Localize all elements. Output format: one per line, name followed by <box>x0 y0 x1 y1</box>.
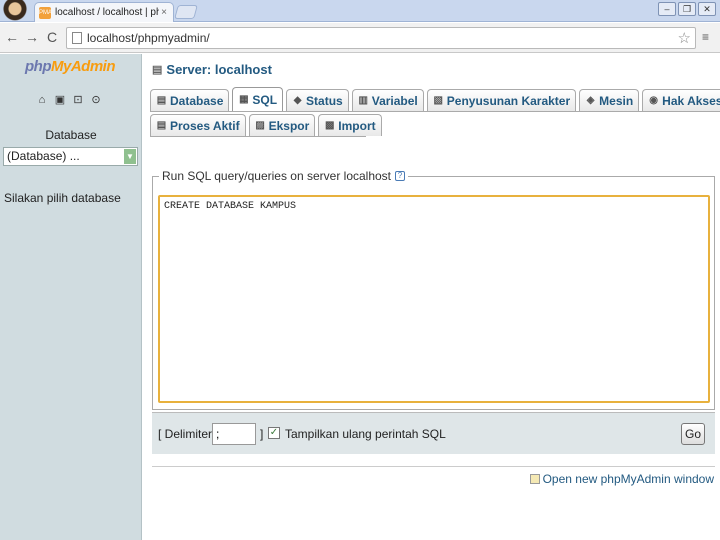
tab-variabel[interactable]: ▥ Variabel <box>351 89 424 111</box>
privileges-icon: ◉ <box>649 95 659 106</box>
new-tab-button[interactable] <box>174 5 198 19</box>
database-select-value: (Database) ... <box>7 149 80 163</box>
nav-icons: ⌂ ▣ ⊡ ⊙ <box>36 94 102 106</box>
database-icon: ▤ <box>156 95 167 106</box>
engine-icon: ◈ <box>586 95 595 106</box>
tab-row-1: ▤ Database ▦ SQL ◆ Status ▥ Variabel ▧ Penyus… <box>150 87 720 112</box>
address-bar[interactable]: localhost/phpmyadmin/ ☆ <box>66 27 696 49</box>
sql-options-bar: [ Delimiter ] ✓ Tampilkan ulang perintah… <box>152 412 715 454</box>
tab-sql[interactable]: ▦ SQL <box>232 87 284 111</box>
query-icon[interactable]: ⊡ <box>72 94 84 106</box>
page-icon <box>72 32 82 44</box>
sql-icon: ▦ <box>239 94 249 105</box>
tab-penyusunan-karakter[interactable]: ▧ Penyusunan Karakter <box>426 89 577 111</box>
browser-tab[interactable]: PMA localhost / localhost | phpMy × <box>34 2 174 22</box>
window-controls: – ❐ ✕ <box>658 2 716 16</box>
choose-database-text: Silakan pilih database <box>4 191 121 205</box>
divider <box>152 466 715 467</box>
forward-button[interactable]: → <box>24 29 40 45</box>
delimiter-input[interactable] <box>212 423 256 445</box>
go-button[interactable]: Go <box>681 423 705 445</box>
database-label: Database <box>45 128 97 142</box>
tab-row-2: ▤ Proses Aktif ▨ Ekspor ▩ Import <box>150 113 382 137</box>
menu-icon[interactable]: ≡ <box>702 30 709 44</box>
sql-query-textarea[interactable]: CREATE DATABASE KAMPUS <box>158 195 710 403</box>
import-icon: ▩ <box>325 120 335 131</box>
tab-status[interactable]: ◆ Status <box>286 89 349 111</box>
show-query-label[interactable]: Tampilkan ulang perintah SQL <box>285 427 446 441</box>
server-icon: ▤ <box>152 64 163 76</box>
close-window-button[interactable]: ✕ <box>698 2 716 16</box>
tab-import[interactable]: ▩ Import <box>318 114 382 136</box>
sql-query-fieldset: Run SQL query/queries on server localhos… <box>152 169 715 410</box>
tab-database[interactable]: ▤ Database <box>150 89 230 111</box>
server-label[interactable]: Server: localhost <box>166 62 272 77</box>
user-avatar-icon[interactable] <box>2 0 28 22</box>
sql-legend-text: Run SQL query/queries on server localhos… <box>162 169 392 183</box>
delimiter-bracket: ] <box>260 427 264 441</box>
tab-ekspor[interactable]: ▨ Ekspor <box>248 114 316 136</box>
minimize-button[interactable]: – <box>658 2 676 16</box>
status-icon: ◆ <box>293 95 302 106</box>
close-tab-icon[interactable]: × <box>159 7 169 18</box>
favicon-icon: PMA <box>39 6 52 19</box>
tab-hak-akses[interactable]: ◉ Hak Akses <box>642 89 720 111</box>
tab-mesin[interactable]: ◈ Mesin <box>579 89 640 111</box>
charset-icon: ▧ <box>433 95 443 106</box>
left-navigation: phpMyAdmin ⌂ ▣ ⊡ ⊙ Database (Database) .… <box>0 54 142 540</box>
browser-toolbar: ← → C localhost/phpmyadmin/ ☆ ≡ <box>0 23 720 53</box>
reload-button[interactable]: C <box>44 29 60 45</box>
database-select[interactable]: (Database) ... ▼ <box>3 147 138 166</box>
chevron-down-icon[interactable]: ▼ <box>124 149 136 164</box>
show-query-checkbox[interactable]: ✓ <box>268 427 280 439</box>
tab-title: localhost / localhost | phpMy <box>55 7 159 18</box>
docs-icon[interactable]: ⊙ <box>90 94 102 106</box>
back-button[interactable]: ← <box>4 29 20 45</box>
open-new-window-text[interactable]: Open new phpMyAdmin window <box>543 472 714 486</box>
processes-icon: ▤ <box>156 120 167 131</box>
delimiter-label: [ Delimiter <box>158 427 213 441</box>
maximize-button[interactable]: ❐ <box>678 2 696 16</box>
variables-icon: ▥ <box>358 95 368 106</box>
open-new-window-link[interactable]: Open new phpMyAdmin window <box>529 472 714 486</box>
phpmyadmin-logo[interactable]: phpMyAdmin <box>25 58 116 75</box>
url-text[interactable]: localhost/phpmyadmin/ <box>87 31 678 45</box>
help-icon[interactable]: ? <box>395 171 406 181</box>
browser-titlebar: PMA localhost / localhost | phpMy × – ❐ … <box>0 0 720 22</box>
home-icon[interactable]: ⌂ <box>36 94 48 106</box>
exit-icon[interactable]: ▣ <box>54 94 66 106</box>
server-breadcrumb[interactable]: ▤ Server: localhost <box>152 62 272 77</box>
new-window-icon <box>529 474 540 484</box>
main-tabs: ▤ Database ▦ SQL ◆ Status ▥ Variabel ▧ Penyus… <box>150 87 720 137</box>
tab-proses-aktif[interactable]: ▤ Proses Aktif <box>150 114 246 136</box>
bookmark-star-icon[interactable]: ☆ <box>678 29 691 47</box>
sql-legend: Run SQL query/queries on server localhos… <box>159 169 409 183</box>
export-icon: ▨ <box>255 120 265 131</box>
